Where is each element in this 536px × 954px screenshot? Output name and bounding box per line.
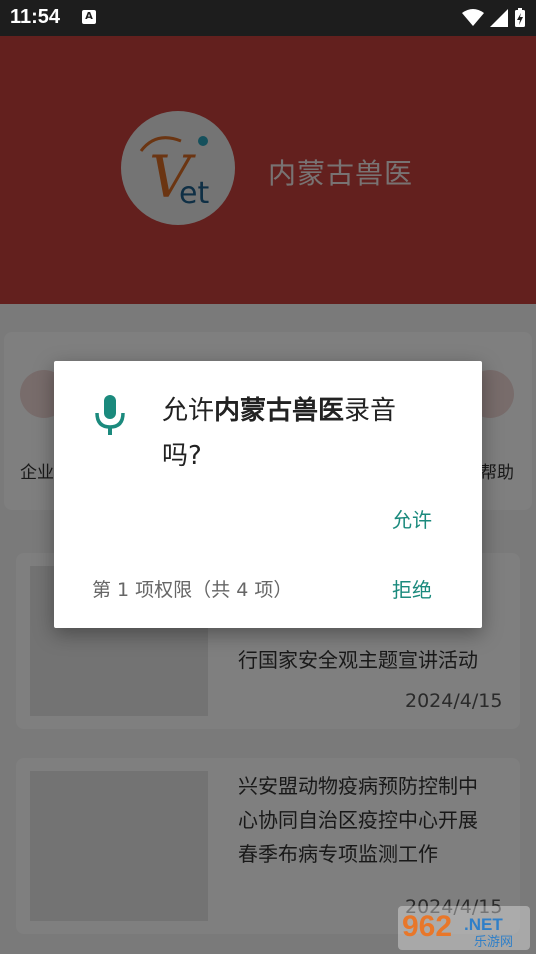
dialog-message-suffix: 录音 — [344, 396, 397, 426]
wifi-icon — [462, 9, 484, 26]
microphone-icon — [95, 395, 125, 435]
watermark-logo: 962 .NET 乐游网 — [398, 906, 530, 950]
dialog-message-prefix: 允许 — [162, 396, 215, 426]
status-time: 11:54 — [10, 6, 61, 28]
allow-button[interactable]: 允许 — [392, 504, 432, 533]
permission-dialog: 允许内蒙古兽医录音 吗? 允许 第 1 项权限（共 4 项） 拒绝 — [54, 361, 482, 628]
status-bar: 11:54 A — [0, 0, 536, 36]
watermark-number: 962 — [402, 910, 452, 943]
notification-icon: A — [82, 10, 96, 24]
dialog-app-name: 内蒙古兽医 — [214, 396, 345, 426]
watermark-cn: 乐游网 — [474, 935, 513, 950]
signal-icon — [490, 9, 508, 27]
permission-counter: 第 1 项权限（共 4 项） — [92, 579, 293, 601]
dialog-message: 允许内蒙古兽医录音 吗? — [162, 389, 462, 479]
battery-icon — [515, 8, 525, 27]
watermark-icon: 962 .NET 乐游网 — [398, 906, 530, 950]
watermark-tld: .NET — [464, 915, 503, 934]
deny-button[interactable]: 拒绝 — [392, 574, 432, 603]
status-icons — [462, 6, 526, 30]
dialog-message-line2: 吗? — [162, 441, 202, 471]
